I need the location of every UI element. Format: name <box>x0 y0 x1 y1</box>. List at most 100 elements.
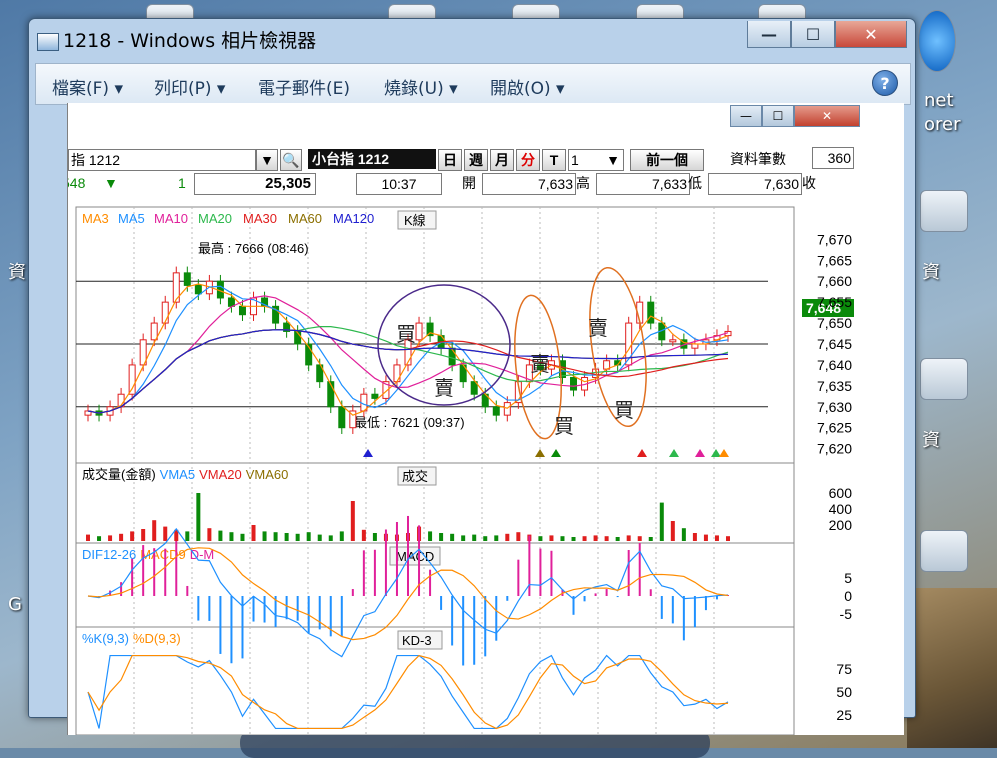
macd-axis-tick: -5 <box>840 606 853 622</box>
volume-bar <box>130 531 135 541</box>
volume-bar <box>207 528 212 541</box>
high-label: 高 <box>576 175 590 191</box>
period-day: 日 <box>438 149 462 171</box>
volume-bar <box>604 536 609 541</box>
volume-bar <box>692 533 697 541</box>
high-value: 7,633 <box>596 173 690 195</box>
close-label: 收 <box>802 175 816 191</box>
close-button[interactable]: ✕ <box>835 21 907 48</box>
symbol-dropdown-icon: ▼ <box>256 149 278 171</box>
photo-viewer-window: 1218 - Windows 相片檢視器 — ☐ ✕ 檔案(F) ▾ 列印(P)… <box>28 18 916 735</box>
volume-bar <box>703 534 708 541</box>
volume-bar <box>218 530 223 541</box>
desktop-label: net <box>924 90 954 111</box>
desktop-icon[interactable] <box>920 530 968 572</box>
k-axis-tick: 7,670 <box>817 231 852 247</box>
candle <box>150 322 158 341</box>
candle <box>669 339 677 343</box>
volume-bar <box>582 536 587 541</box>
volume-bar <box>726 536 730 541</box>
volume-bar <box>538 536 543 541</box>
volume-bar <box>152 520 157 541</box>
desktop-icon[interactable] <box>920 190 968 232</box>
volume-bar <box>461 535 466 541</box>
volume-bar <box>328 535 333 541</box>
period-minute: 分 <box>516 149 540 171</box>
volume-bar <box>229 532 234 541</box>
k-axis-tick: 7,660 <box>817 273 852 289</box>
handwriting: 賣 <box>530 353 550 376</box>
kd-tab-label: KD-3 <box>402 633 432 648</box>
candle <box>647 301 655 324</box>
volume-bar <box>615 537 620 541</box>
candle <box>183 272 191 286</box>
desktop-label: 資 <box>922 430 940 451</box>
k-tab-label: K線 <box>404 213 426 228</box>
volume-bar <box>163 526 168 541</box>
quote-change: 1 <box>178 175 186 191</box>
desktop-icon[interactable] <box>920 358 968 400</box>
candle <box>570 376 578 391</box>
stock-chart: MA3 MA5 MA10 MA20 MA30 MA60 MA120 K線 成交量… <box>75 206 854 735</box>
volume-bar <box>505 533 510 541</box>
candle <box>194 284 202 295</box>
candle <box>371 393 379 399</box>
handwriting: 賣 <box>434 377 454 400</box>
kd-axis-tick: 50 <box>836 684 852 700</box>
handwriting: 買 <box>614 400 634 422</box>
menu-bar: 檔案(F) ▾ 列印(P) ▾ 電子郵件(E) 燒錄(U) ▾ 開啟(O) ▾ … <box>35 63 911 105</box>
k-axis-tick: 7,625 <box>817 420 852 436</box>
record-value: 360 <box>812 147 854 169</box>
quote-partial: 548 <box>68 175 86 191</box>
desktop-label: 資 <box>8 262 26 283</box>
help-icon[interactable]: ? <box>872 70 898 96</box>
volume-bar <box>119 533 124 541</box>
k-axis-tick: 7,635 <box>817 378 852 394</box>
volume-bar <box>516 532 521 541</box>
k-axis-tick: 7,650 <box>817 315 852 331</box>
menu-email[interactable]: 電子郵件(E) <box>258 74 350 99</box>
k-axis-tick: 7,640 <box>817 357 852 373</box>
volume-bar <box>549 535 554 541</box>
volume-axis-tick: 200 <box>829 517 853 533</box>
volume-bar <box>439 533 444 541</box>
legend-ma10: MA10 <box>154 211 188 226</box>
search-icon: 🔍 <box>280 149 302 171</box>
ie-icon[interactable] <box>918 10 956 72</box>
desktop-label: orer <box>924 114 961 135</box>
legend-ma30: MA30 <box>243 211 277 226</box>
candle <box>503 402 511 416</box>
volume-bar <box>97 536 102 541</box>
window-title: 1218 - Windows 相片檢視器 <box>63 30 317 52</box>
legend-ma120: MA120 <box>333 211 374 226</box>
period-month: 月 <box>490 149 514 171</box>
volume-bar <box>494 535 499 541</box>
legend-ma3: MA3 <box>82 211 109 226</box>
k-axis-tick: 7,655 <box>817 294 852 310</box>
candle <box>338 406 346 429</box>
menu-print[interactable]: 列印(P) ▾ <box>154 74 225 99</box>
minimize-button[interactable]: — <box>747 21 791 48</box>
volume-bar <box>472 534 477 541</box>
candle <box>691 343 699 349</box>
inner-maximize-icon: ☐ <box>762 105 794 127</box>
volume-bar <box>350 501 355 541</box>
period-tick: T <box>542 149 566 171</box>
handwriting: 買 <box>554 416 574 438</box>
volume-bar <box>372 533 377 541</box>
quote-volume: 25,305 <box>194 173 316 195</box>
volume-tab-label: 成交 <box>402 469 428 484</box>
record-label: 資料筆數 <box>730 151 786 167</box>
maximize-button[interactable]: ☐ <box>791 21 835 48</box>
menu-open[interactable]: 開啟(O) ▾ <box>490 74 565 99</box>
menu-file[interactable]: 檔案(F) ▾ <box>52 74 123 99</box>
legend-ma5: MA5 <box>118 211 145 226</box>
kd-axis-tick: 75 <box>836 661 852 677</box>
desktop-label: G <box>8 594 22 615</box>
open-value: 7,633 <box>482 173 576 195</box>
low-annotation: 最低 : 7621 (09:37) <box>354 415 465 430</box>
volume-bar <box>141 529 146 541</box>
macd-axis-tick: 5 <box>844 570 852 586</box>
menu-burn[interactable]: 燒錄(U) ▾ <box>384 74 458 99</box>
symbol-name: 小台指 1212 <box>308 149 436 169</box>
